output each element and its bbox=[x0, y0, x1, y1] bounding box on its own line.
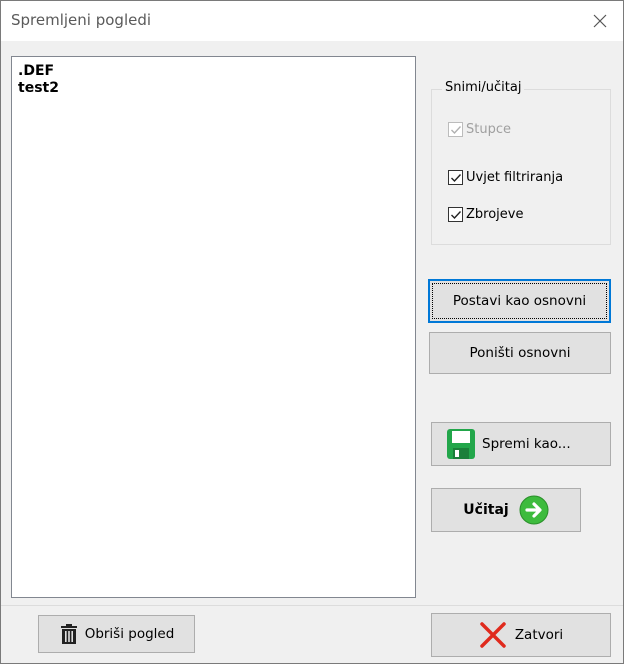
check-icon bbox=[450, 210, 461, 219]
set-default-label: Postavi kao osnovni bbox=[452, 293, 587, 309]
list-item[interactable]: test2 bbox=[18, 80, 59, 96]
checkbox-box[interactable] bbox=[448, 170, 463, 185]
arrow-right-circle-icon bbox=[519, 495, 549, 525]
checkbox-stupce[interactable]: Stupce bbox=[448, 122, 511, 137]
bottom-separator bbox=[1, 605, 623, 606]
delete-view-button[interactable]: Obriši pogled bbox=[38, 615, 195, 653]
check-icon bbox=[450, 125, 461, 134]
checkbox-box[interactable] bbox=[448, 207, 463, 222]
checkbox-uvjet-filtriranja[interactable]: Uvjet filtriranja bbox=[448, 170, 563, 185]
load-button[interactable]: Učitaj bbox=[431, 488, 581, 532]
close-label: Zatvori bbox=[514, 627, 564, 643]
reset-default-button[interactable]: Poništi osnovni bbox=[429, 332, 611, 374]
close-button[interactable]: Zatvori bbox=[431, 613, 611, 657]
reset-default-label: Poništi osnovni bbox=[469, 345, 571, 361]
window-close-button[interactable] bbox=[577, 1, 623, 41]
checkbox-label: Zbrojeve bbox=[466, 207, 524, 222]
check-icon bbox=[450, 173, 461, 182]
set-default-button[interactable]: Postavi kao osnovni bbox=[428, 279, 611, 323]
checkbox-label: Stupce bbox=[466, 122, 511, 137]
save-as-label: Spremi kao... bbox=[482, 436, 571, 452]
red-x-icon bbox=[479, 621, 507, 649]
group-legend: Snimi/učitaj bbox=[442, 80, 525, 95]
delete-view-label: Obriši pogled bbox=[84, 626, 175, 642]
list-item[interactable]: .DEF bbox=[18, 63, 54, 79]
checkbox-zbrojeve[interactable]: Zbrojeve bbox=[448, 207, 523, 222]
save-as-button[interactable]: Spremi kao... bbox=[431, 422, 611, 466]
trash-can-icon bbox=[59, 623, 79, 645]
save-load-group: Snimi/učitaj Stupce Uvjet filtriranja Zb… bbox=[431, 80, 611, 245]
saved-views-list[interactable]: .DEF test2 bbox=[11, 56, 416, 598]
checkbox-box[interactable] bbox=[448, 122, 463, 137]
floppy-disk-icon bbox=[446, 428, 476, 460]
title-bar: Spremljeni pogledi bbox=[1, 1, 623, 41]
load-label: Učitaj bbox=[463, 502, 509, 518]
close-icon bbox=[593, 14, 607, 28]
window-title: Spremljeni pogledi bbox=[11, 11, 152, 29]
checkbox-label: Uvjet filtriranja bbox=[466, 170, 564, 185]
saved-views-dialog: Spremljeni pogledi .DEF test2 Snimi/učit… bbox=[0, 0, 624, 664]
